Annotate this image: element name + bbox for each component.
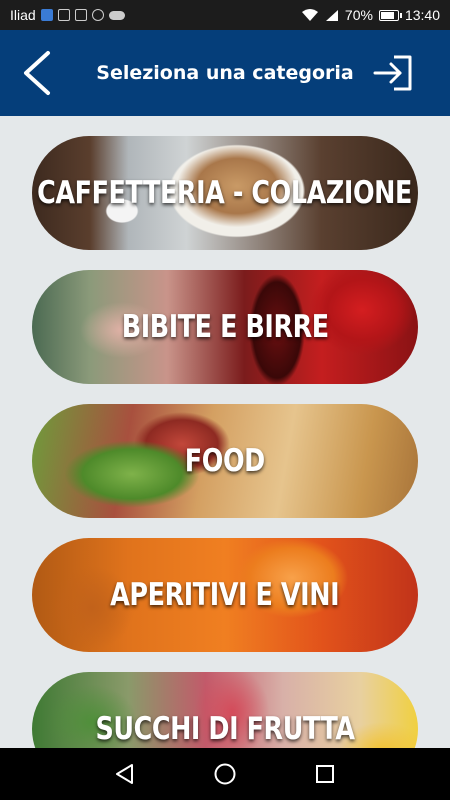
sync-icon bbox=[91, 9, 104, 21]
clock: 13:40 bbox=[404, 7, 440, 23]
category-aperitivi[interactable]: APERITIVI E VINI bbox=[32, 538, 418, 652]
category-list[interactable]: CAFFETTERIA - COLAZIONE BIBITE E BIRRE F… bbox=[0, 116, 450, 748]
category-label: BIBITE E BIRRE bbox=[121, 309, 329, 345]
battery-percent: 70% bbox=[344, 7, 373, 23]
status-right: 70% 13:40 bbox=[301, 7, 440, 23]
category-succhi[interactable]: SUCCHI DI FRUTTA bbox=[32, 672, 418, 748]
category-label: APERITIVI E VINI bbox=[110, 577, 340, 613]
category-caffetteria[interactable]: CAFFETTERIA - COLAZIONE bbox=[32, 136, 418, 250]
app-header: Seleziona una categoria bbox=[0, 30, 450, 116]
category-label: SUCCHI DI FRUTTA bbox=[95, 711, 355, 747]
system-nav-bar bbox=[0, 748, 450, 800]
category-food[interactable]: FOOD bbox=[32, 404, 418, 518]
back-chevron-icon[interactable] bbox=[18, 50, 58, 96]
category-bibite[interactable]: BIBITE E BIRRE bbox=[32, 270, 418, 384]
logout-icon[interactable] bbox=[372, 54, 414, 92]
image-icon bbox=[57, 9, 70, 21]
cloud-icon bbox=[108, 10, 125, 20]
carrier-name: Iliad bbox=[10, 7, 36, 23]
shield-icon bbox=[40, 9, 53, 21]
signal-icon bbox=[325, 9, 338, 21]
category-label: FOOD bbox=[184, 443, 266, 479]
nav-home-icon[interactable] bbox=[213, 762, 237, 786]
battery-icon bbox=[378, 9, 402, 21]
wifi-icon bbox=[301, 8, 318, 21]
play-icon bbox=[74, 9, 87, 21]
category-label: CAFFETTERIA - COLAZIONE bbox=[37, 175, 413, 211]
battery-fill bbox=[380, 11, 394, 19]
status-left: Iliad bbox=[10, 7, 125, 23]
nav-recents-icon[interactable] bbox=[313, 762, 337, 786]
status-bar: Iliad 70% 13:40 bbox=[0, 0, 450, 30]
nav-back-icon[interactable] bbox=[113, 762, 137, 786]
page-title: Seleziona una categoria bbox=[96, 62, 354, 84]
